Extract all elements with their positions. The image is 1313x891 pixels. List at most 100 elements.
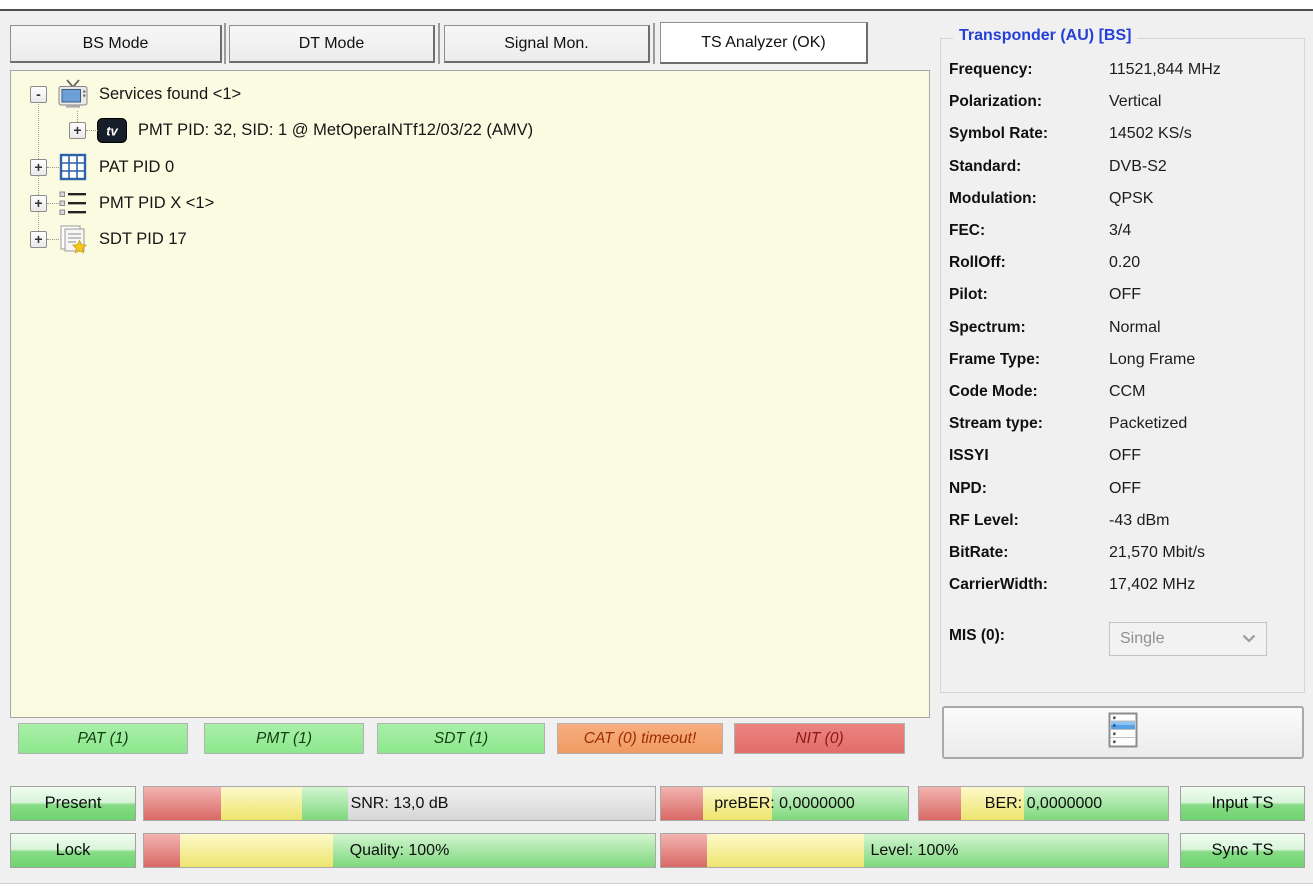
transponder-row-carrier-width: CarrierWidth: 17,402 MHz	[949, 569, 1300, 601]
tree-item-label: PMT PID X <1>	[99, 194, 214, 213]
row-value: OFF	[1109, 286, 1141, 304]
tab-signal-mon-label: Signal Mon.	[504, 35, 589, 53]
row-value: 3/4	[1109, 222, 1131, 240]
row-label: BitRate:	[949, 544, 1109, 562]
present-indicator[interactable]: Present	[10, 786, 136, 821]
tree-item-label: PMT PID: 32, SID: 1 @ MetOperaINTf12/03/…	[138, 121, 533, 140]
transponder-row-frame-type: Frame Type: Long Frame	[949, 344, 1300, 376]
input-ts-indicator[interactable]: Input TS	[1180, 786, 1305, 821]
tab-separator	[438, 23, 440, 64]
mis-dropdown[interactable]: Single	[1109, 622, 1267, 656]
quality-value: Quality: 100%	[144, 834, 655, 867]
tree-item-pmt-service[interactable]: + tv PMT PID: 32, SID: 1 @ MetOperaINTf1…	[69, 112, 533, 148]
transponder-row-code-mode: Code Mode: CCM	[949, 376, 1300, 408]
expand-icon[interactable]: +	[30, 159, 47, 176]
monitor-icon	[56, 79, 90, 109]
transponder-rows: Frequency: 11521,844 MHz Polarization: V…	[949, 54, 1300, 601]
row-value: Normal	[1109, 319, 1161, 337]
preber-bar: preBER: 0,0000000	[660, 786, 909, 821]
lock-label: Lock	[56, 841, 91, 860]
level-value: Level: 100%	[661, 834, 1168, 867]
row-label: RollOff:	[949, 254, 1109, 272]
row-label: FEC:	[949, 222, 1109, 240]
tree-item-services-found[interactable]: - Services found <1>	[30, 76, 241, 112]
lock-indicator[interactable]: Lock	[10, 833, 136, 868]
row-value: -43 dBm	[1109, 512, 1169, 530]
row-value: 14502 KS/s	[1109, 125, 1192, 143]
tree-connector	[47, 239, 59, 240]
tree-connector	[47, 203, 59, 204]
transponder-row-bitrate: BitRate: 21,570 Mbit/s	[949, 537, 1300, 569]
row-value: 21,570 Mbit/s	[1109, 544, 1205, 562]
quality-bar: Quality: 100%	[143, 833, 656, 868]
expand-icon[interactable]: +	[30, 195, 47, 212]
ts-analyzer-window: BS Mode DT Mode Signal Mon. TS Analyzer …	[0, 0, 1313, 891]
tree-item-label: PAT PID 0	[99, 158, 174, 177]
transponder-row-rf-level: RF Level: -43 dBm	[949, 505, 1300, 537]
transponder-row-pilot: Pilot: OFF	[949, 279, 1300, 311]
row-value: QPSK	[1109, 190, 1153, 208]
mis-selected-value: Single	[1120, 630, 1164, 648]
row-value: Long Frame	[1109, 351, 1195, 369]
table-icon	[56, 152, 90, 182]
input-ts-label: Input TS	[1211, 794, 1273, 813]
row-value: Vertical	[1109, 93, 1161, 111]
list-view-icon	[1108, 712, 1138, 753]
psi-label: PAT (1)	[77, 730, 128, 748]
transponder-row-spectrum: Spectrum: Normal	[949, 312, 1300, 344]
level-bar: Level: 100%	[660, 833, 1169, 868]
status-badge-pat: PAT (1)	[18, 723, 188, 754]
row-value: 11521,844 MHz	[1109, 61, 1221, 79]
row-value: 17,402 MHz	[1109, 576, 1195, 594]
tab-signal-mon[interactable]: Signal Mon.	[444, 25, 650, 63]
snr-value: SNR: 13,0 dB	[144, 787, 655, 820]
transponder-row-rolloff: RollOff: 0.20	[949, 247, 1300, 279]
row-label: NPD:	[949, 480, 1109, 498]
row-label: Code Mode:	[949, 383, 1109, 401]
psi-label: SDT (1)	[434, 730, 488, 748]
tv-badge-icon: tv	[95, 115, 129, 145]
ts-tree-panel[interactable]: - Services found <1> + tv	[10, 70, 930, 718]
expand-icon[interactable]: +	[30, 231, 47, 248]
row-label: Standard:	[949, 158, 1109, 176]
row-value: Packetized	[1109, 415, 1187, 433]
status-badge-pmt: PMT (1)	[204, 723, 364, 754]
psi-label: NIT (0)	[795, 730, 843, 748]
tab-ts-analyzer-label: TS Analyzer (OK)	[701, 34, 825, 52]
mis-label: MIS (0):	[949, 627, 1109, 645]
document-star-icon	[56, 224, 90, 254]
transponder-groupbox: Transponder (AU) [BS] Frequency: 11521,8…	[940, 38, 1305, 693]
row-label: Polarization:	[949, 93, 1109, 111]
row-label: Frame Type:	[949, 351, 1109, 369]
transponder-row-standard: Standard: DVB-S2	[949, 151, 1300, 183]
row-label: Frequency:	[949, 61, 1109, 79]
sync-ts-indicator[interactable]: Sync TS	[1180, 833, 1305, 868]
row-label: Stream type:	[949, 415, 1109, 433]
chevron-down-icon	[1242, 630, 1256, 648]
present-label: Present	[45, 794, 102, 813]
mis-row: MIS (0): Single	[949, 627, 1300, 645]
row-value: DVB-S2	[1109, 158, 1167, 176]
tab-bs-mode[interactable]: BS Mode	[10, 25, 222, 63]
row-label: Symbol Rate:	[949, 125, 1109, 143]
row-label: Modulation:	[949, 190, 1109, 208]
row-value: OFF	[1109, 480, 1141, 498]
expand-icon[interactable]: +	[69, 122, 86, 139]
ber-bar: BER: 0,0000000	[918, 786, 1169, 821]
psi-label: PMT (1)	[256, 730, 312, 748]
transponder-title: Transponder (AU) [BS]	[953, 27, 1137, 45]
transponder-row-issyi: ISSYI OFF	[949, 440, 1300, 472]
tree-item-label: Services found <1>	[99, 85, 241, 104]
transponder-row-stream-type: Stream type: Packetized	[949, 408, 1300, 440]
service-list-button[interactable]	[942, 706, 1304, 759]
tab-separator	[653, 23, 655, 64]
tree-item-label: SDT PID 17	[99, 230, 187, 249]
transponder-row-symbol-rate: Symbol Rate: 14502 KS/s	[949, 118, 1300, 150]
tab-dt-mode[interactable]: DT Mode	[229, 25, 435, 63]
transponder-row-modulation: Modulation: QPSK	[949, 183, 1300, 215]
tab-bs-mode-label: BS Mode	[83, 35, 149, 53]
snr-bar: SNR: 13,0 dB	[143, 786, 656, 821]
collapse-icon[interactable]: -	[30, 86, 47, 103]
sync-ts-label: Sync TS	[1211, 841, 1273, 860]
tab-ts-analyzer[interactable]: TS Analyzer (OK)	[660, 22, 868, 64]
